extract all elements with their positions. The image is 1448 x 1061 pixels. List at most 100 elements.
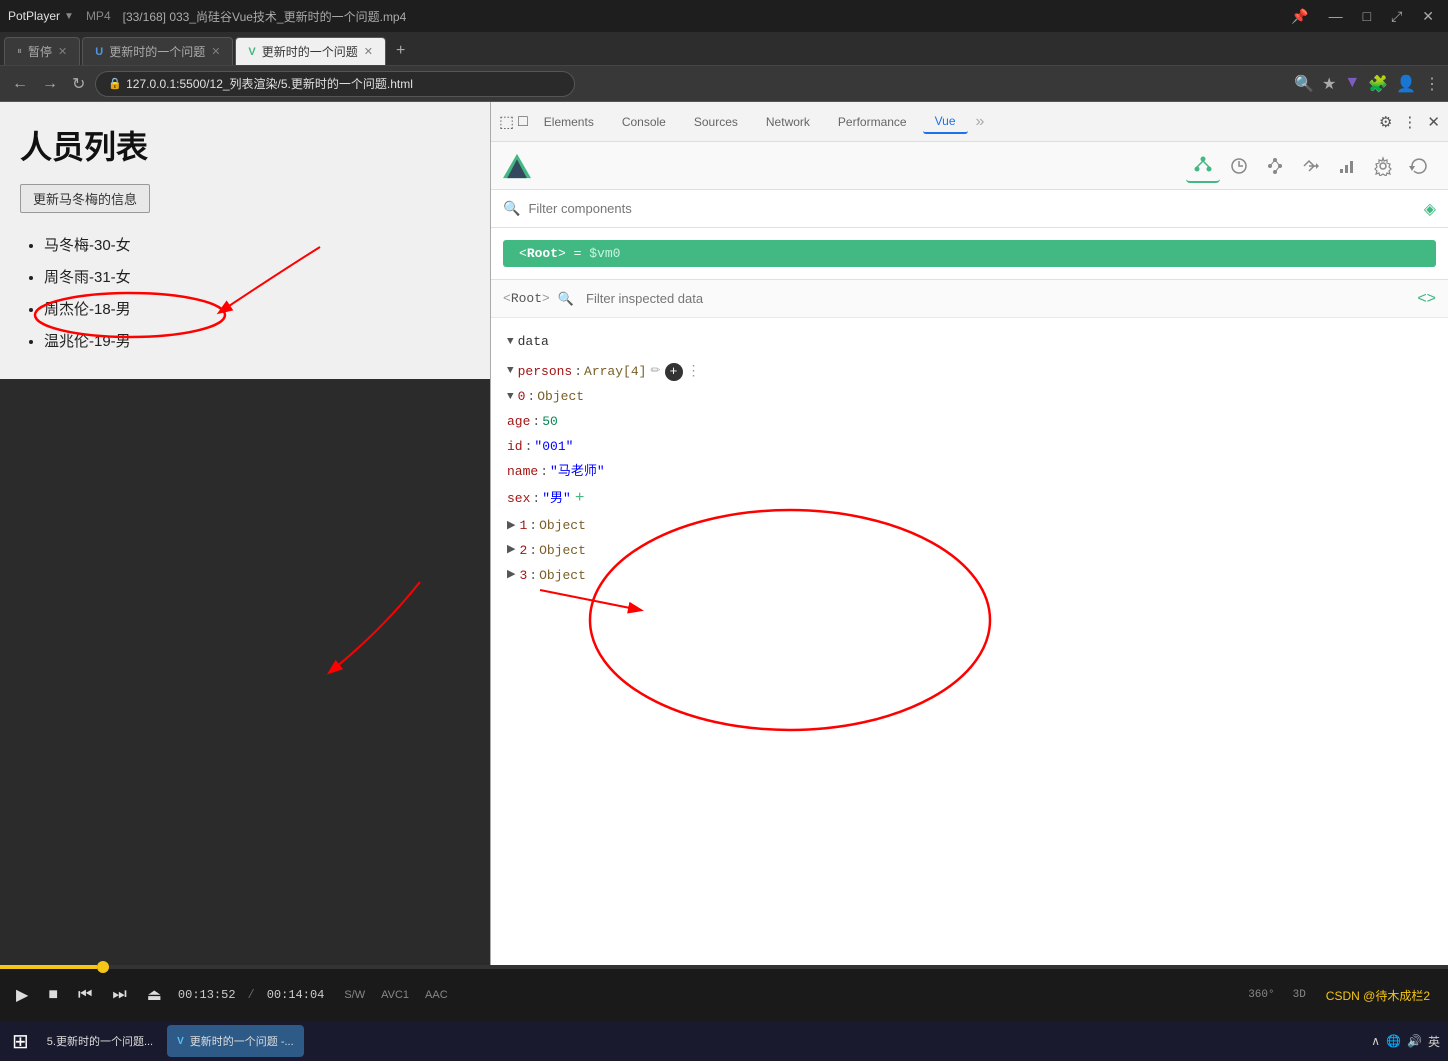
- vue-refresh-icon[interactable]: [1402, 149, 1436, 183]
- edit-persons-icon[interactable]: ✏: [650, 362, 660, 381]
- close-btn[interactable]: ✕: [1416, 6, 1440, 27]
- restore-btn[interactable]: □: [1357, 6, 1377, 27]
- tab-vue[interactable]: Vue: [923, 110, 968, 134]
- stop-btn[interactable]: ■: [44, 984, 62, 1006]
- age-row: age : 50: [507, 410, 1432, 435]
- add-person-icon[interactable]: +: [665, 363, 683, 381]
- progress-bar[interactable]: [0, 965, 1448, 969]
- close-devtools-btn[interactable]: ✕: [1427, 113, 1440, 131]
- component-filter-input[interactable]: [528, 201, 1415, 216]
- tabs-more[interactable]: »: [976, 113, 985, 131]
- start-btn[interactable]: ⊞: [8, 1025, 33, 1058]
- taskbar-item-1[interactable]: 5.更新时的一个问题...: [37, 1025, 163, 1057]
- item2-index: 2: [519, 541, 527, 562]
- vue-router-icon[interactable]: [1294, 149, 1328, 183]
- play-btn[interactable]: ▶: [12, 983, 32, 1007]
- eject-btn[interactable]: ⏏: [143, 983, 166, 1007]
- more-persons-icon[interactable]: ⋮: [687, 361, 701, 383]
- persons-arrow[interactable]: ▼: [507, 363, 514, 381]
- url-text: 127.0.0.1:5500/12_列表渲染/5.更新时的一个问题.html: [126, 75, 413, 92]
- inspector-code-icon[interactable]: <>: [1417, 290, 1436, 308]
- item0-row: ▼ 0 : Object: [507, 385, 1432, 410]
- tab-pause[interactable]: ⏸ 暂停 ✕: [4, 37, 80, 65]
- window-controls[interactable]: 📌 — □ ⤢ ✕: [1285, 6, 1440, 27]
- name-value: "马老师": [550, 462, 605, 483]
- tab-icon-update2: V: [248, 46, 255, 58]
- data-section-label: data: [518, 328, 549, 357]
- inspector-filter-input[interactable]: [586, 291, 1409, 306]
- taskbar-item-2[interactable]: V 更新时的一个问题 -...: [167, 1025, 304, 1057]
- page-content: 人员列表 更新马冬梅的信息 马冬梅-30-女 周冬雨-31-女 周杰伦-18-男…: [0, 102, 490, 965]
- device-icon[interactable]: □: [518, 113, 528, 131]
- age-key: age: [507, 412, 530, 433]
- new-tab-btn[interactable]: +: [388, 37, 413, 65]
- forward-btn[interactable]: →: [38, 73, 62, 95]
- app-name: PotPlayer ▼: [8, 9, 74, 23]
- vue-performance-icon[interactable]: [1330, 149, 1364, 183]
- list-item: 周杰伦-18-男: [44, 295, 470, 325]
- minimize-btn[interactable]: —: [1323, 6, 1349, 27]
- tab-update2[interactable]: V 更新时的一个问题 ✕: [235, 37, 386, 65]
- settings-icon[interactable]: ⚙: [1379, 113, 1392, 131]
- root-component-item[interactable]: <Root> = $vm0: [503, 240, 1436, 267]
- tab-close-update2[interactable]: ✕: [364, 45, 373, 58]
- tab-console[interactable]: Console: [610, 111, 678, 133]
- bookmark-icon[interactable]: ★: [1322, 74, 1336, 94]
- tab-close-update1[interactable]: ✕: [211, 45, 220, 58]
- volume-icon[interactable]: 🔊: [1407, 1034, 1422, 1048]
- address-bar: ← → ↻ 🔒 127.0.0.1:5500/12_列表渲染/5.更新时的一个问…: [0, 66, 1448, 102]
- expand-btn[interactable]: ⤢: [1385, 6, 1408, 27]
- zoom-icon[interactable]: 🔍: [1294, 74, 1314, 94]
- vue-vuex-icon[interactable]: [1258, 149, 1292, 183]
- tab-performance[interactable]: Performance: [826, 111, 919, 133]
- persons-type: Array[4]: [584, 362, 646, 383]
- vue-history-icon[interactable]: [1222, 149, 1256, 183]
- browser-toolbar-icons: 🔍 ★ ▼ 🧩 👤 ⋮: [1294, 74, 1440, 94]
- item1-row: ▶ 1 : Object: [507, 514, 1432, 539]
- item2-row: ▶ 2 : Object: [507, 539, 1432, 564]
- item2-arrow[interactable]: ▶: [507, 542, 515, 560]
- mode-label: 3D: [1293, 989, 1306, 1001]
- inspector-search-icon: 🔍: [558, 291, 574, 307]
- tab-elements[interactable]: Elements: [532, 111, 606, 133]
- extensions-icon[interactable]: 🧩: [1368, 74, 1388, 94]
- item1-arrow[interactable]: ▶: [507, 518, 515, 536]
- more-icon[interactable]: ⋮: [1402, 113, 1417, 131]
- back-btn[interactable]: ←: [8, 73, 32, 95]
- inspector-root-name: Root: [511, 291, 542, 306]
- system-tray: ∧ 🌐 🔊 英: [1371, 1033, 1440, 1050]
- prev-btn[interactable]: ⏮: [74, 984, 96, 1006]
- inspector-header: <Root> 🔍 <>: [491, 280, 1448, 318]
- next-btn[interactable]: ⏭: [108, 984, 130, 1006]
- vue-settings-icon[interactable]: [1366, 149, 1400, 183]
- taskbar-item-2-icon: V: [177, 1036, 184, 1047]
- menu-icon[interactable]: ⋮: [1424, 74, 1440, 94]
- windows-taskbar: ⊞ 5.更新时的一个问题... V 更新时的一个问题 -... ∧ 🌐 🔊 英: [0, 1021, 1448, 1061]
- item0-arrow[interactable]: ▼: [507, 389, 514, 407]
- data-section-arrow[interactable]: ▼: [507, 334, 514, 352]
- filter-settings-icon[interactable]: ◈: [1424, 199, 1436, 219]
- inspect-icon[interactable]: ⬚: [499, 112, 514, 132]
- taskbar-item-2-label: 更新时的一个问题 -...: [190, 1033, 294, 1049]
- devtools-toolbar: ⬚ □ Elements Console Sources Network Per…: [491, 102, 1448, 142]
- vue-components-icon[interactable]: [1186, 149, 1220, 183]
- vue-logo: [503, 152, 531, 180]
- item3-arrow[interactable]: ▶: [507, 567, 515, 585]
- add-field-icon[interactable]: +: [575, 486, 585, 512]
- vpn-icon[interactable]: ▼: [1344, 74, 1360, 94]
- sex-value: "男": [542, 489, 571, 510]
- reload-btn[interactable]: ↻: [68, 72, 89, 96]
- url-bar[interactable]: 🔒 127.0.0.1:5500/12_列表渲染/5.更新时的一个问题.html: [95, 71, 575, 97]
- format2: AAC: [425, 989, 448, 1001]
- item1-type: Object: [539, 516, 586, 537]
- tab-sources[interactable]: Sources: [682, 111, 750, 133]
- profile-icon[interactable]: 👤: [1396, 74, 1416, 94]
- tab-network[interactable]: Network: [754, 111, 822, 133]
- tab-update1[interactable]: U 更新时的一个问题 ✕: [82, 37, 233, 65]
- update-button[interactable]: 更新马冬梅的信息: [20, 184, 150, 213]
- tab-close-pause[interactable]: ✕: [58, 45, 67, 58]
- devtools-panel: ⬚ □ Elements Console Sources Network Per…: [490, 102, 1448, 965]
- ime-label[interactable]: 英: [1428, 1033, 1440, 1050]
- tray-arrow-up[interactable]: ∧: [1371, 1034, 1380, 1048]
- pin-icon[interactable]: 📌: [1285, 6, 1314, 27]
